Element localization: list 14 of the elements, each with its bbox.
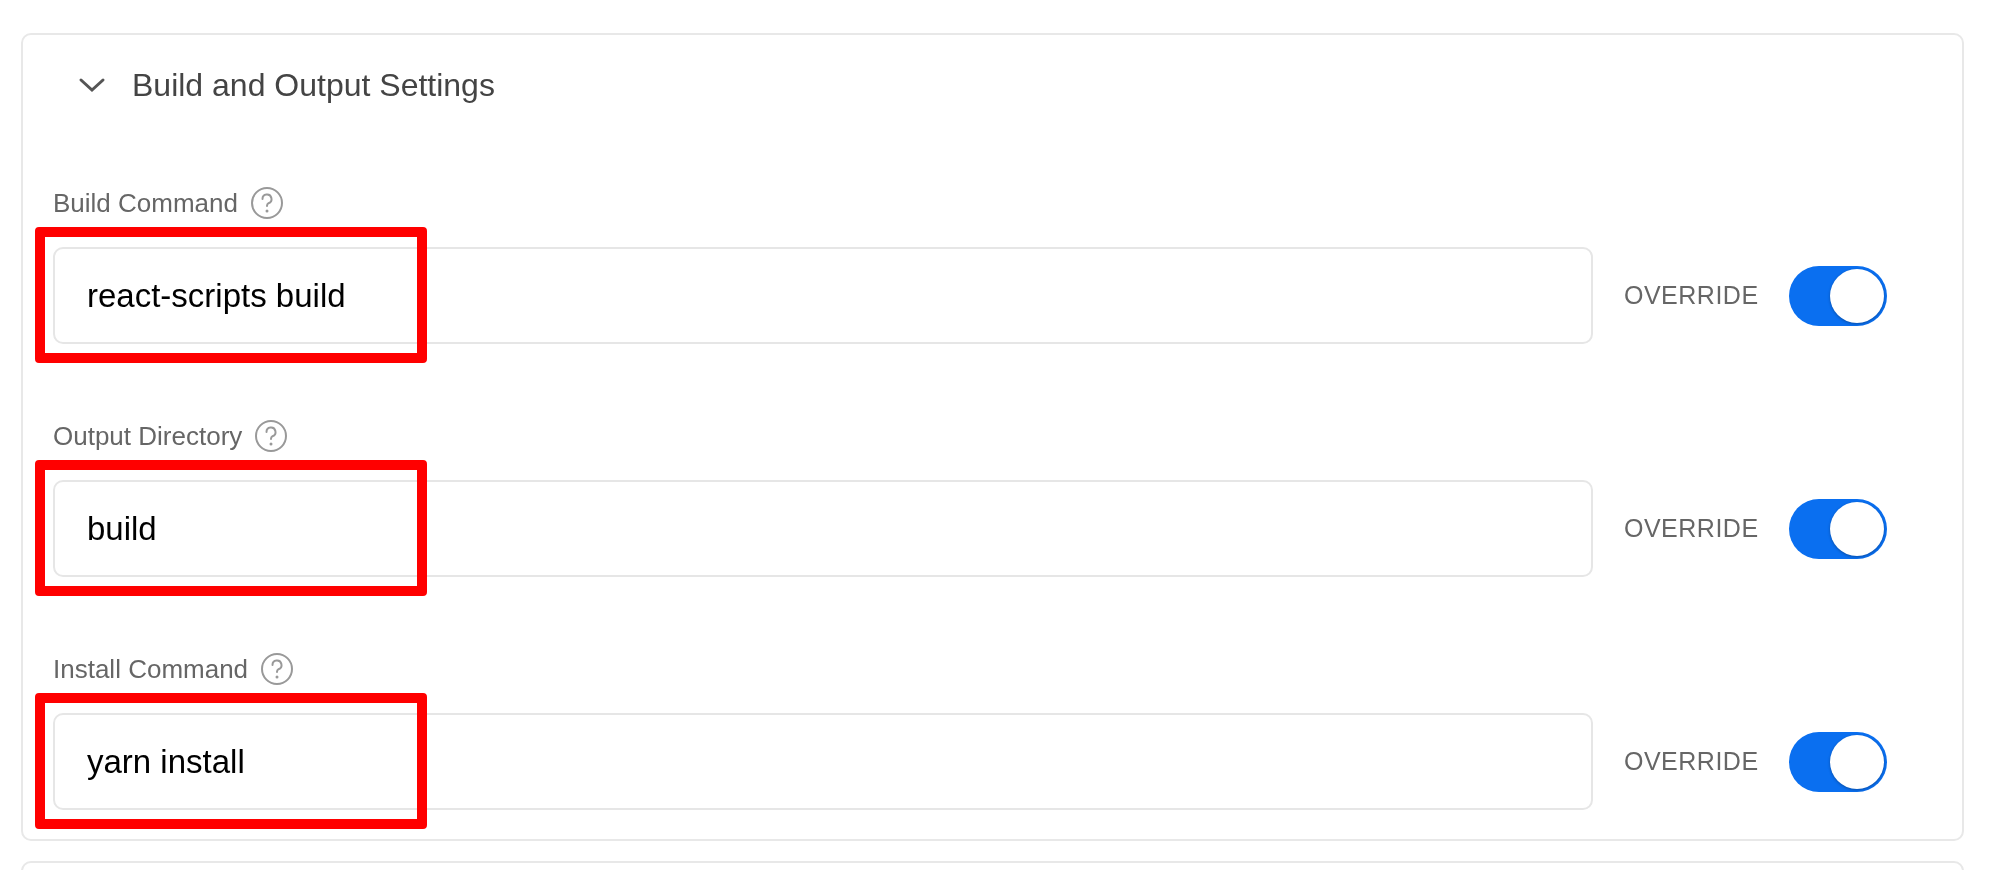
field-label: Install Command [53, 652, 249, 686]
override-label: OVERRIDE [1624, 745, 1759, 777]
help-icon[interactable] [254, 419, 289, 453]
chevron-icon[interactable] [78, 76, 106, 94]
text-field[interactable]: build [53, 480, 1593, 577]
text-field[interactable]: yarn install [53, 713, 1593, 810]
text-field[interactable]: react-scripts build [53, 247, 1593, 344]
field-label: Output Directory [53, 419, 243, 453]
section-title: Build and Output Settings [132, 66, 495, 105]
override-label: OVERRIDE [1624, 512, 1759, 544]
help-icon[interactable] [260, 652, 295, 686]
help-icon[interactable] [250, 186, 284, 220]
field-label: Build Command [53, 186, 238, 220]
override-label: OVERRIDE [1624, 279, 1759, 311]
